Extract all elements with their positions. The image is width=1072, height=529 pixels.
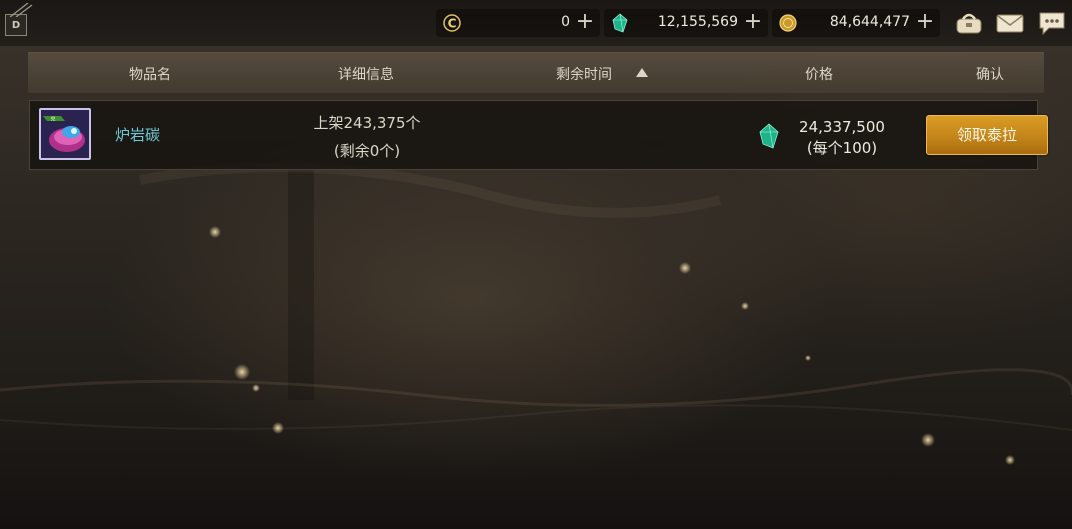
item-badge-label: 兑 (50, 116, 55, 123)
add-c-coin-button[interactable]: + (574, 8, 596, 36)
remaining-quantity: (剩余0个) (333, 142, 401, 160)
currency-gem: 12,155,569 + (604, 9, 768, 37)
add-gold-button[interactable]: + (914, 8, 936, 36)
claim-tera-button[interactable]: 领取泰拉 (926, 115, 1048, 155)
gold-coin-icon (779, 14, 797, 32)
menu-badge[interactable]: D (5, 3, 33, 36)
c-coin-value: 0 (561, 14, 570, 30)
unit-price: (每个100) (806, 139, 878, 157)
column-details: 详细信息 (338, 67, 394, 83)
item-name[interactable]: 炉岩碳 (115, 124, 160, 145)
table-row: 兑 炉岩碳 上架243,375个 (剩余0个) 24,337,500 (每个10… (29, 100, 1048, 170)
mail-icon (996, 14, 1024, 33)
total-price: 24,337,500 (799, 118, 885, 136)
lava-carbon-icon: 兑 (41, 110, 89, 158)
item-icon[interactable]: 兑 (39, 108, 91, 160)
gold-value: 84,644,477 (829, 14, 910, 30)
quill-icon (9, 3, 33, 17)
top-bar: D C 0 + 12,155,569 + 84,644,477 + (0, 0, 1072, 46)
sort-ascending-icon[interactable] (636, 68, 648, 77)
pouch-icon (956, 13, 982, 34)
svg-text:C: C (448, 17, 457, 31)
add-gem-button[interactable]: + (742, 8, 764, 36)
currency-gold: 84,644,477 + (772, 9, 940, 37)
mail-button[interactable] (995, 10, 1025, 36)
listed-quantity: 上架243,375个 (313, 114, 421, 132)
gem-value: 12,155,569 (657, 14, 738, 30)
column-time-left[interactable]: 剩余时间 (556, 64, 612, 84)
inventory-button[interactable] (954, 10, 984, 36)
c-coin-icon: C (443, 14, 461, 32)
table-header: 物品名 详细信息 剩余时间 价格 确认 (28, 52, 1044, 93)
green-gem-icon (612, 13, 628, 33)
column-item-name: 物品名 (129, 67, 171, 83)
chat-icon (1039, 12, 1065, 36)
column-confirm: 确认 (976, 67, 1004, 83)
currency-c-coin: C 0 + (436, 9, 600, 37)
menu-badge-label: D (11, 19, 21, 31)
column-price: 价格 (805, 67, 833, 83)
green-gem-icon (759, 123, 779, 149)
chat-button[interactable] (1037, 10, 1067, 36)
